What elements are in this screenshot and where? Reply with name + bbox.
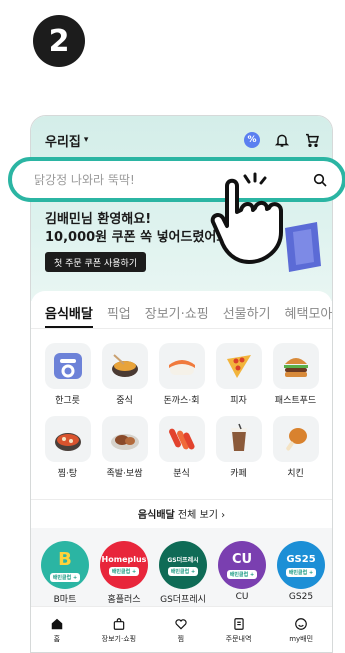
category-item[interactable]: 한그릇 [39, 343, 96, 406]
see-all-bold: 음식배달 [137, 510, 175, 521]
store-name: GS더프레시 [160, 595, 206, 605]
category-item[interactable]: 족발·보쌈 [96, 416, 153, 479]
nav-label: 주문내역 [225, 635, 252, 643]
category-label: 중식 [116, 396, 133, 406]
store-item[interactable]: GS25 배민클럽 + GS25 [277, 541, 325, 605]
heart-icon [175, 619, 187, 630]
category-item[interactable]: 돈까스·회 [153, 343, 210, 406]
pointing-hand-icon [210, 172, 283, 264]
profile-icon [295, 618, 307, 630]
nav-label: 홈 [53, 635, 61, 643]
bottom-navigation: 홈 장보기·쇼핑 찜 주문내역 my배민 [31, 606, 332, 652]
store-name: GS25 [288, 592, 314, 602]
cart-icon[interactable] [304, 132, 320, 148]
caret-down-icon: ▾ [83, 135, 89, 145]
store-item[interactable]: CU 배민클럽 + CU [218, 541, 266, 605]
sushi-icon [168, 360, 195, 375]
pizza-icon [226, 355, 251, 378]
hangeureut-icon [53, 353, 82, 379]
tteokbokki-icon [168, 428, 195, 450]
category-label: 한그릇 [55, 396, 80, 406]
chicken-icon [285, 428, 307, 451]
category-label: 돈까스·회 [163, 396, 200, 406]
top-bar: 우리집 ▾ % [45, 130, 320, 150]
store-item[interactable]: Homeplus 배민클럽 + 홈플러스 [100, 541, 148, 605]
see-all-rest: 전체 보기 › [174, 510, 226, 521]
use-coupon-button[interactable]: 첫 주문 쿠폰 사용하기 [45, 252, 147, 272]
category-item[interactable]: 중식 [96, 343, 153, 406]
category-tabs: 음식배달 픽업 장보기·쇼핑 선물하기 혜택모아 [31, 291, 332, 329]
step-number-badge: 2 [33, 15, 85, 67]
store-name: B마트 [53, 595, 77, 605]
gs-fresh-logo: GS더프레시 배민클럽 + [159, 541, 207, 589]
tab-gift[interactable]: 선물하기 [223, 303, 271, 328]
nav-label: my배민 [289, 635, 314, 643]
category-label: 피자 [230, 396, 247, 406]
nav-orders[interactable]: 주문내역 [225, 617, 252, 644]
stew-icon [54, 433, 81, 451]
category-item[interactable]: 분식 [153, 416, 210, 479]
tab-food-delivery[interactable]: 음식배달 [45, 303, 93, 328]
store-item[interactable]: B 배민클럽 + B마트 [41, 541, 89, 605]
category-item[interactable]: 치킨 [267, 416, 324, 479]
category-label: 치킨 [287, 469, 304, 479]
category-label: 분식 [173, 469, 190, 479]
cafe-icon [230, 423, 247, 451]
tab-pickup[interactable]: 픽업 [107, 303, 131, 328]
address-label: 우리집 [45, 134, 81, 150]
nav-shopping[interactable]: 장보기·쇼핑 [102, 617, 136, 644]
store-name: CU [235, 592, 249, 602]
category-item[interactable]: 패스트푸드 [267, 343, 324, 406]
home-icon [51, 618, 63, 630]
tab-shopping[interactable]: 장보기·쇼핑 [145, 303, 209, 328]
nav-my[interactable]: my배민 [289, 617, 313, 644]
divider [31, 499, 332, 500]
category-label: 카페 [230, 469, 247, 479]
store-item[interactable]: GS더프레시 배민클럽 + GS더프레시 [159, 541, 207, 605]
store-list: B 배민클럽 + B마트 Homeplus 배민클럽 + 홈플러스 GS더프레시… [41, 541, 325, 605]
shopping-bag-icon [113, 618, 125, 630]
category-item[interactable]: 찜·탕 [39, 416, 96, 479]
homeplus-logo: Homeplus 배민클럽 + [100, 541, 148, 589]
nav-label: 장보기·쇼핑 [101, 635, 137, 643]
see-all-food-link[interactable]: 음식배달 전체 보기 › [31, 506, 332, 521]
category-item[interactable]: 카페 [210, 416, 267, 479]
nav-home[interactable]: 홈 [50, 617, 64, 644]
receipt-icon [233, 618, 244, 630]
bell-icon[interactable] [274, 132, 290, 148]
chinese-icon [111, 354, 138, 377]
coupon-badge-icon[interactable]: % [244, 132, 260, 148]
gs25-logo: GS25 배민클럽 + [277, 541, 325, 589]
cu-logo: CU 배민클럽 + [218, 541, 266, 589]
category-label: 패스트푸드 [274, 396, 317, 406]
category-label: 족발·보쌈 [106, 469, 143, 479]
bmart-logo: B 배민클럽 + [41, 541, 89, 589]
category-item[interactable]: 피자 [210, 343, 267, 406]
food-category-grid: 한그릇 중식 돈까스·회 피자 패스트푸드 찜·탕 족발·보쌈 분식 카페 치킨 [31, 329, 332, 479]
burger-icon [283, 358, 308, 377]
nav-label: 찜 [177, 635, 185, 643]
nav-favorites[interactable]: 찜 [174, 617, 188, 644]
jokbal-icon [110, 434, 139, 450]
greeting-block: 김배민님 환영해요! 10,000원 쿠폰 쏙 넣어드렸어요 [45, 211, 228, 247]
greeting-line-2: 10,000원 쿠폰 쏙 넣어드렸어요 [45, 230, 229, 245]
store-name: 홈플러스 [107, 595, 141, 605]
address-selector[interactable]: 우리집 ▾ [45, 131, 88, 150]
category-label: 찜·탕 [57, 469, 78, 479]
tab-benefits[interactable]: 혜택모아 [285, 303, 332, 328]
greeting-line-1: 김배민님 환영해요! [45, 212, 152, 227]
